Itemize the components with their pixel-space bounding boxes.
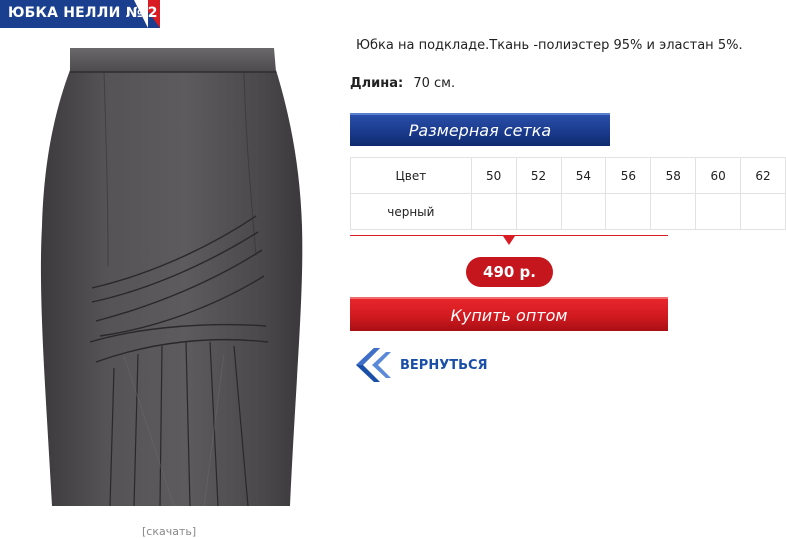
color-cell: черный [350,193,472,230]
title-ribbon: ЮБКА НЕЛЛИ № 2 [0,0,160,28]
pointer-triangle-icon [503,236,515,245]
size-header: 62 [740,157,786,194]
quantity-cell[interactable] [740,193,786,230]
quantity-cell[interactable] [695,193,742,230]
skirt-photo[interactable] [34,36,314,516]
length-value: 70 см. [413,76,456,91]
size-header: 52 [515,157,562,194]
table-row: черный [350,193,786,230]
length-label: Длина: [350,76,404,91]
size-header: 60 [695,157,742,194]
quantity-cell[interactable] [650,193,697,230]
double-chevron-left-icon [356,348,391,382]
back-label: ВЕРНУТЬСЯ [400,357,488,373]
size-table: Цвет 50 52 54 56 58 60 62 черный [350,157,786,230]
price-badge: 490 р. [466,257,553,287]
length-row: Длина: 70 см. [350,76,455,91]
quantity-cell[interactable] [470,193,517,230]
size-header: 56 [605,157,652,194]
size-table-header-row: Цвет 50 52 54 56 58 60 62 [350,157,786,194]
back-link[interactable]: ВЕРНУТЬСЯ [350,342,488,388]
quantity-cell[interactable] [605,193,652,230]
quantity-cell[interactable] [560,193,607,230]
buy-wholesale-button[interactable]: Купить оптом [350,297,668,331]
size-chart-label: Размерная сетка [408,121,552,140]
size-header: 58 [650,157,697,194]
product-description: Юбка на подкладе.Ткань -полиэстер 95% и … [356,38,743,53]
page-title: ЮБКА НЕЛЛИ № 2 [8,5,158,21]
buy-wholesale-label: Купить оптом [450,305,568,325]
enlarge-link[interactable]: [скачать] [142,525,196,538]
size-table-header-color: Цвет [350,157,472,194]
quantity-cell[interactable] [515,193,562,230]
size-header: 50 [470,157,517,194]
size-chart-button[interactable]: Размерная сетка [350,113,610,146]
size-header: 54 [560,157,607,194]
